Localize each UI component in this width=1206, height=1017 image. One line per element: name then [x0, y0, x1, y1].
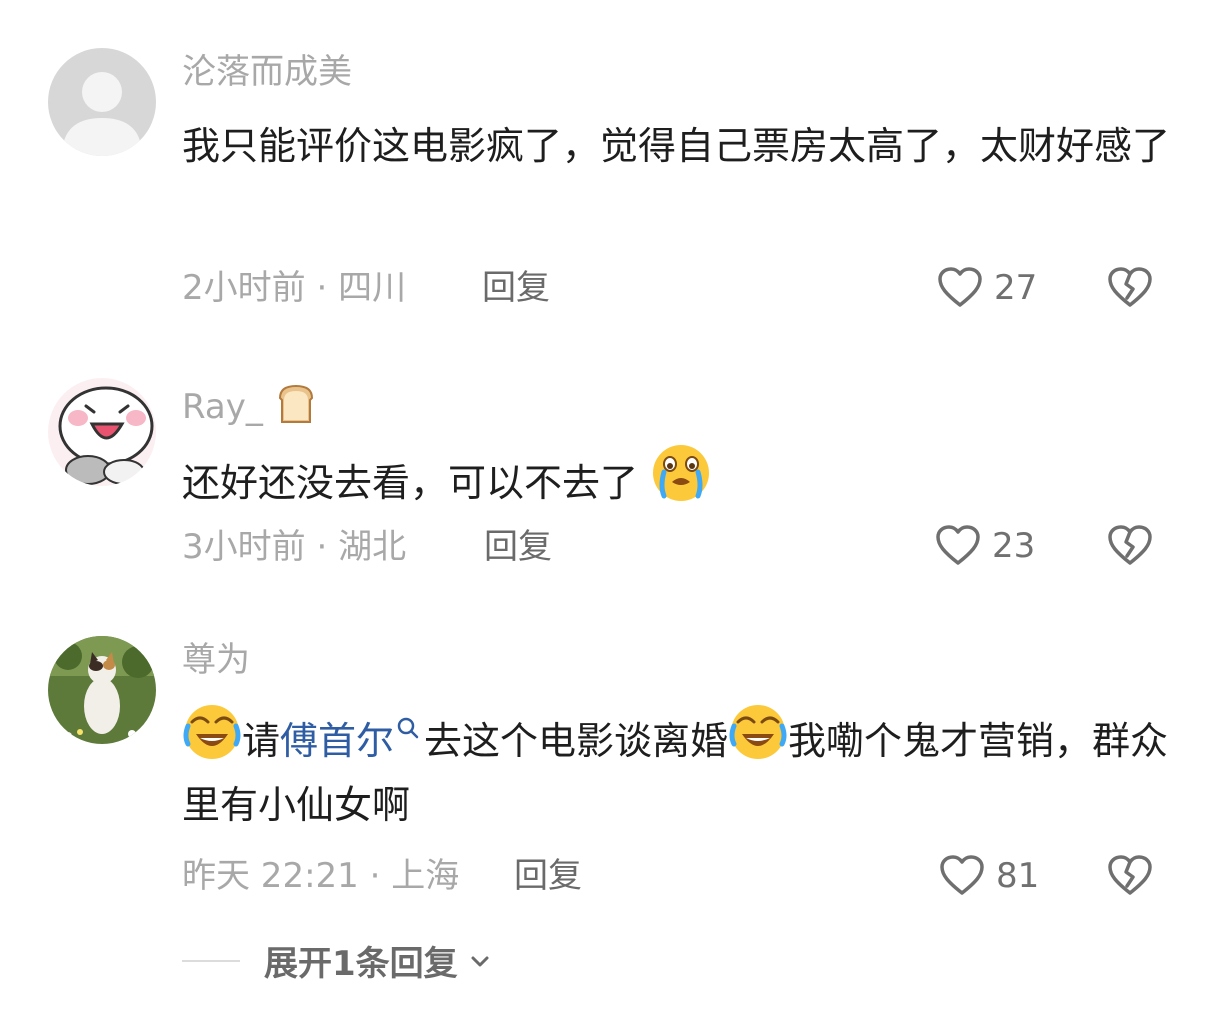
meta-separator: ·	[316, 527, 339, 567]
cat-photo-avatar-icon	[48, 636, 156, 744]
comment-time: 2小时前	[182, 268, 306, 308]
like-count: 81	[996, 856, 1040, 896]
comment-text-part2: 去这个电影谈离婚	[424, 719, 729, 763]
comment-text: 还好还没去看，可以不去了	[182, 442, 1172, 515]
comment-text: 请傅首尔 去这个电影谈离婚 我嘞个鬼才营销，群众里有小仙女啊	[182, 702, 1172, 837]
mention-link[interactable]: 傅首尔	[280, 719, 394, 763]
pink-cartoon-avatar-icon	[48, 378, 156, 486]
like-button[interactable]: 23	[934, 522, 1035, 570]
bread-emoji-icon	[278, 384, 313, 423]
username-text: Ray_	[182, 387, 263, 427]
heart-icon	[940, 855, 984, 895]
comment-location: 上海	[391, 856, 460, 896]
crying-face-emoji-icon	[653, 445, 710, 501]
broken-heart-icon	[1108, 267, 1152, 307]
reply-button[interactable]: 回复	[484, 527, 552, 567]
comment-text-body: 还好还没去看，可以不去了	[182, 461, 639, 505]
comment-text-part1: 请	[242, 719, 281, 763]
comment-meta: 3小时前 · 湖北	[182, 527, 406, 567]
like-count: 23	[992, 526, 1036, 566]
comment-time: 3小时前	[182, 527, 306, 567]
divider-line	[182, 959, 240, 962]
comment-username[interactable]: Ray_	[182, 382, 318, 427]
comment-username[interactable]: 沦落而成美	[182, 52, 352, 92]
like-button[interactable]: 81	[938, 852, 1039, 900]
comment-meta: 昨天 22:21 · 上海	[182, 856, 459, 896]
expand-replies-label[interactable]: 展开1条回复	[264, 936, 458, 985]
comment-location: 四川	[338, 268, 407, 308]
comment-location: 湖北	[338, 527, 407, 567]
dislike-button[interactable]	[1106, 852, 1154, 900]
comment-meta: 2小时前 · 四川	[182, 268, 406, 308]
laughing-crying-emoji-icon	[729, 705, 787, 759]
like-button[interactable]: 27	[936, 264, 1037, 312]
dislike-button[interactable]	[1106, 264, 1154, 312]
avatar[interactable]	[48, 378, 156, 486]
meta-separator: ·	[316, 268, 339, 308]
expand-replies[interactable]: 展开1条回复	[182, 936, 494, 985]
broken-heart-icon	[1108, 855, 1152, 895]
reply-button[interactable]: 回复	[482, 268, 550, 308]
like-count: 27	[994, 268, 1038, 308]
search-icon[interactable]	[396, 716, 420, 740]
laughing-crying-emoji-icon	[183, 705, 241, 759]
meta-separator: ·	[369, 856, 392, 896]
reply-button[interactable]: 回复	[514, 856, 582, 896]
avatar[interactable]	[48, 636, 156, 744]
heart-icon	[936, 525, 980, 565]
comment-time: 昨天 22:21	[182, 856, 359, 896]
broken-heart-icon	[1108, 525, 1152, 565]
chevron-down-icon[interactable]	[466, 947, 494, 975]
dislike-button[interactable]	[1106, 522, 1154, 570]
comment-username[interactable]: 尊为	[182, 640, 250, 680]
default-user-avatar-icon	[48, 48, 156, 156]
avatar[interactable]	[48, 48, 156, 156]
heart-icon	[938, 267, 982, 307]
comment-text: 我只能评价这电影疯了，觉得自己票房太高了，太财好感了	[182, 124, 1171, 168]
